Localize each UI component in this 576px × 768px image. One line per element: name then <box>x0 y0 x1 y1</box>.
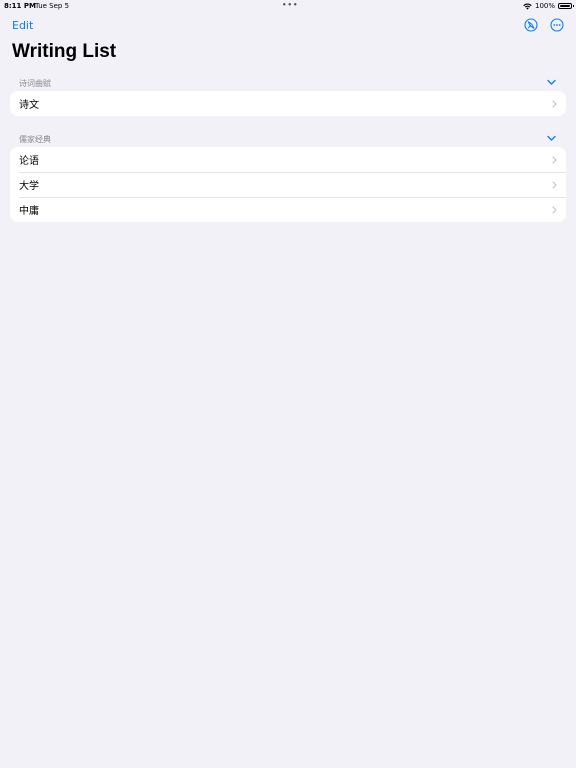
edit-button[interactable]: Edit <box>12 19 33 32</box>
page-title: Writing List <box>12 41 117 62</box>
more-icon[interactable] <box>550 18 564 32</box>
list-item-label: 论语 <box>19 156 39 167</box>
chevron-right-icon <box>552 181 557 189</box>
section-header[interactable]: 诗词曲赋 <box>10 77 566 91</box>
chevron-down-icon[interactable] <box>547 135 556 142</box>
list-group: 诗文 <box>10 91 566 116</box>
status-time: 8:11 PM <box>4 2 36 10</box>
list-group: 论语 大学 中庸 <box>10 147 566 222</box>
list-item-label: 大学 <box>19 181 39 192</box>
chevron-right-icon <box>552 206 557 214</box>
list-item[interactable]: 大学 <box>10 172 566 197</box>
chevron-right-icon <box>552 100 557 108</box>
battery-percent: 100% <box>534 2 555 10</box>
list-item-label: 诗文 <box>19 100 39 111</box>
section-title: 诗词曲赋 <box>19 79 51 88</box>
section-header[interactable]: 儒家经典 <box>10 133 566 147</box>
battery-icon <box>558 3 574 9</box>
status-date: Tue Sep 5 <box>35 2 70 10</box>
status-bar: 8:11 PM Tue Sep 5 ••• 100% <box>0 0 576 12</box>
nav-actions <box>524 18 564 32</box>
multitasking-dots-icon[interactable]: ••• <box>282 1 298 9</box>
compass-icon[interactable] <box>524 18 538 32</box>
list-item-label: 中庸 <box>19 206 39 217</box>
list-item[interactable]: 诗文 <box>10 91 566 116</box>
list-item[interactable]: 论语 <box>10 147 566 172</box>
wifi-icon <box>523 3 532 10</box>
chevron-down-icon[interactable] <box>547 79 556 86</box>
section-title: 儒家经典 <box>19 135 51 144</box>
section-poetry: 诗词曲赋 诗文 <box>10 77 566 116</box>
chevron-right-icon <box>552 156 557 164</box>
status-right: 100% <box>523 2 574 10</box>
list-item[interactable]: 中庸 <box>10 197 566 222</box>
section-confucian-classics: 儒家经典 论语 大学 中庸 <box>10 133 566 222</box>
